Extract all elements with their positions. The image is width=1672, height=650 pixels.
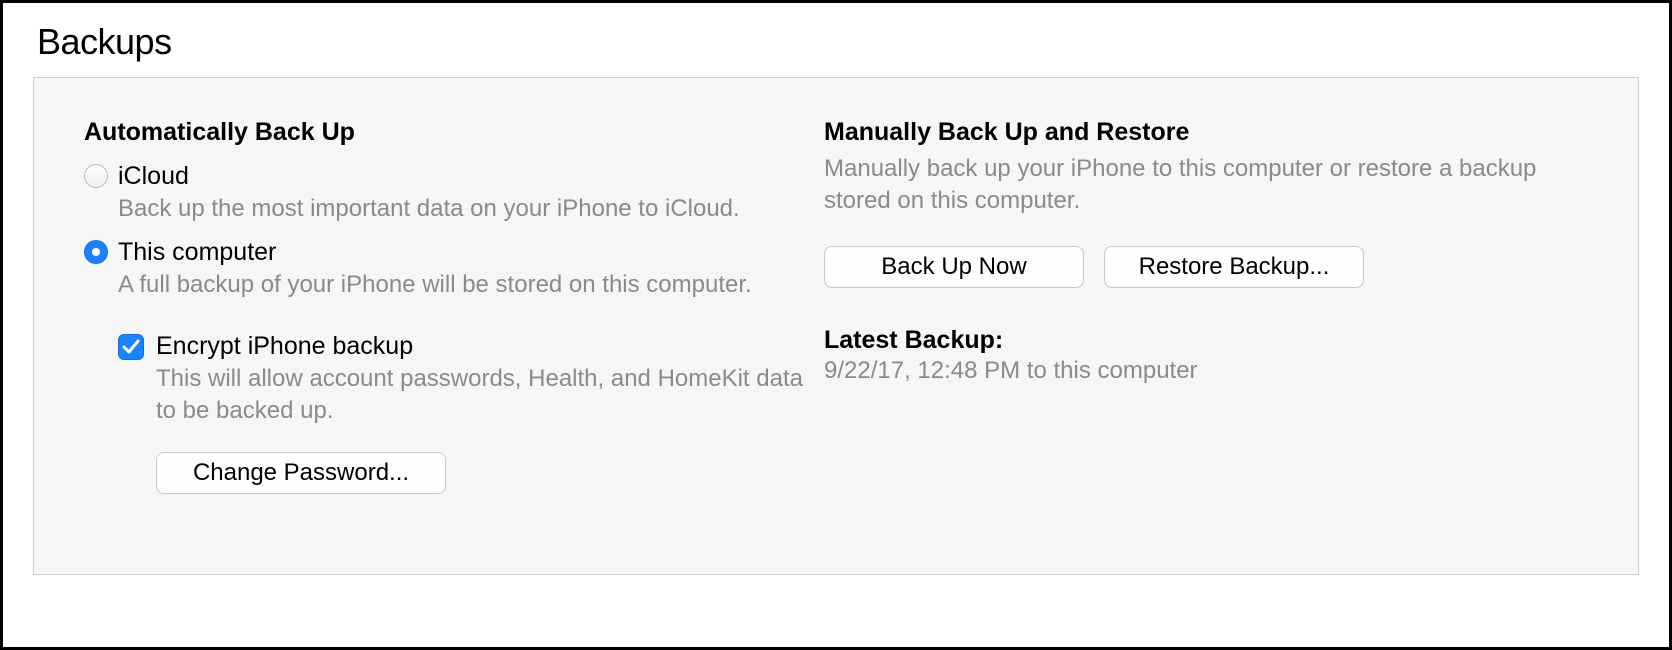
manual-backup-heading: Manually Back Up and Restore bbox=[824, 118, 1588, 147]
restore-backup-button[interactable]: Restore Backup... bbox=[1104, 246, 1364, 288]
this-computer-radio-desc: A full backup of your iPhone will be sto… bbox=[118, 269, 804, 301]
backups-panel: Automatically Back Up iCloud Back up the… bbox=[33, 77, 1639, 575]
latest-backup-value: 9/22/17, 12:48 PM to this computer bbox=[824, 357, 1588, 385]
this-computer-radio-icon bbox=[84, 240, 108, 264]
icloud-radio-label: iCloud bbox=[118, 161, 804, 191]
change-password-button[interactable]: Change Password... bbox=[156, 452, 446, 494]
this-computer-radio-row[interactable]: This computer A full backup of your iPho… bbox=[84, 237, 804, 301]
latest-backup-heading: Latest Backup: bbox=[824, 326, 1588, 355]
automatic-backup-heading: Automatically Back Up bbox=[84, 118, 804, 147]
section-title: Backups bbox=[37, 21, 1639, 63]
encrypt-checkbox-desc: This will allow account passwords, Healt… bbox=[156, 363, 804, 428]
encrypt-checkbox-row[interactable]: Encrypt iPhone backup bbox=[118, 332, 804, 361]
encrypt-checkbox-icon bbox=[118, 334, 144, 360]
encrypt-checkbox-label: Encrypt iPhone backup bbox=[156, 332, 413, 361]
icloud-radio-desc: Back up the most important data on your … bbox=[118, 193, 804, 225]
encrypt-block: Encrypt iPhone backup This will allow ac… bbox=[118, 332, 804, 494]
latest-backup-block: Latest Backup: 9/22/17, 12:48 PM to this… bbox=[824, 326, 1588, 385]
icloud-radio-row[interactable]: iCloud Back up the most important data o… bbox=[84, 161, 804, 225]
icloud-radio-icon bbox=[84, 164, 108, 188]
manual-button-row: Back Up Now Restore Backup... bbox=[824, 246, 1588, 288]
manual-backup-column: Manually Back Up and Restore Manually ba… bbox=[804, 118, 1588, 534]
back-up-now-button[interactable]: Back Up Now bbox=[824, 246, 1084, 288]
backups-window: Backups Automatically Back Up iCloud Bac… bbox=[0, 0, 1672, 650]
manual-backup-desc: Manually back up your iPhone to this com… bbox=[824, 153, 1588, 218]
this-computer-radio-label: This computer bbox=[118, 237, 804, 267]
automatic-backup-column: Automatically Back Up iCloud Back up the… bbox=[84, 118, 804, 534]
